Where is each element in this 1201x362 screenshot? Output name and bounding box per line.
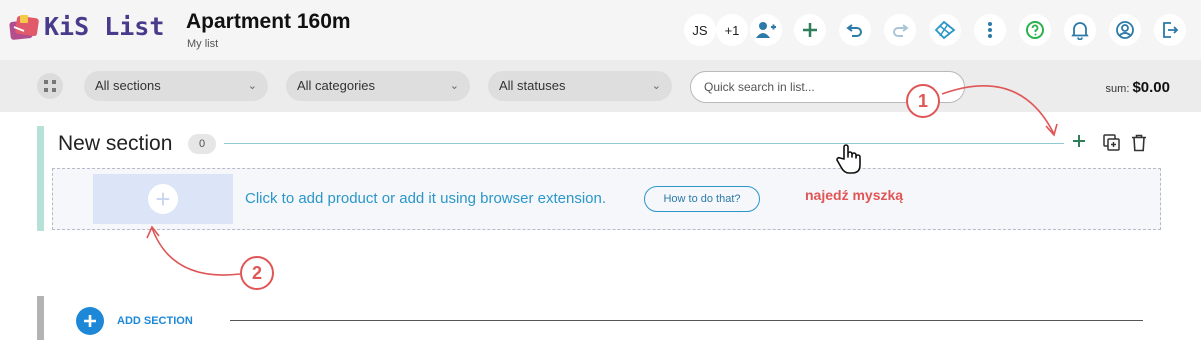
add-section-bar: [37, 296, 44, 340]
annotation-arrows: [146, 85, 1058, 276]
add-section-divider: [230, 320, 1143, 321]
annotation-step-1: 1: [906, 84, 940, 118]
plus-icon: [84, 315, 96, 327]
add-section-label[interactable]: ADD SECTION: [117, 315, 193, 327]
annotation-step-2: 2: [240, 256, 274, 290]
add-section-button[interactable]: [76, 307, 104, 335]
